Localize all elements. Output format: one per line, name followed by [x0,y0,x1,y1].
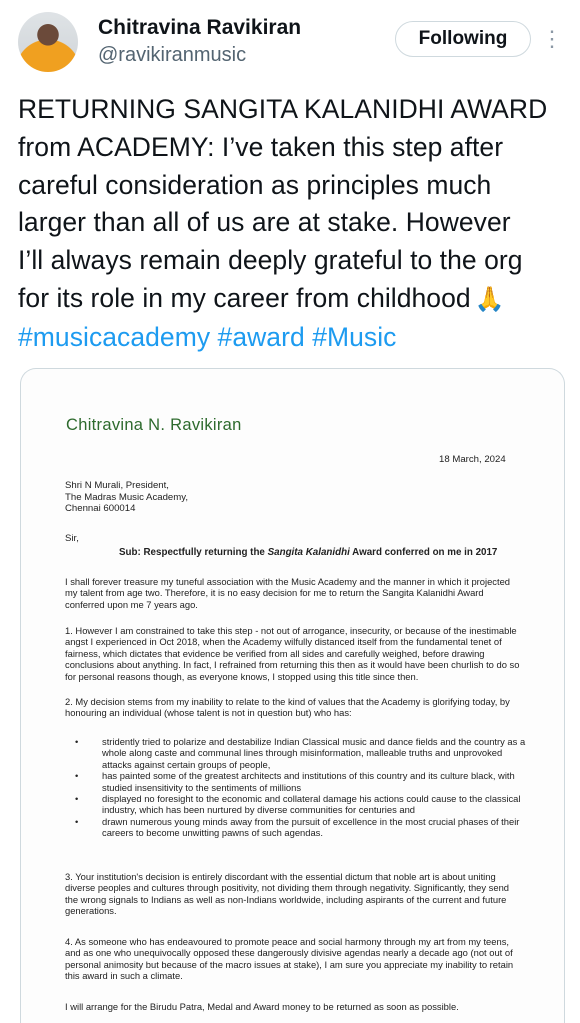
paragraph-closing: I will arrange for the Birudu Patra, Med… [65,1001,535,1012]
tweet-line-text: for its role in my career from childhood [18,282,471,313]
subject-line: Sub: Respectfully returning the Sangita … [119,547,497,558]
avatar[interactable] [18,12,78,72]
subject-prefix: Sub: Respectfully returning the [119,547,268,558]
paragraph-intro: I shall forever treasure my tuneful asso… [65,576,535,610]
tweet-line: I’ll always remain deeply grateful to th… [18,245,523,276]
address-line: Shri N Murali, President, [65,480,169,491]
letterhead: Chitravina N. Ravikiran [66,416,242,434]
bullet-line: studied insensitivity to the sentiments … [102,781,302,793]
para-line: my talent from age two. Therefore, it is… [65,587,484,599]
paragraph-3: 3. Your institution's decision is entire… [65,871,535,917]
para-line: honouring an individual (whose talent is… [65,707,352,719]
recipient-address: Shri N Murali, President, The Madras Mus… [65,480,188,515]
para-line: generations. [65,905,117,917]
hashtag-award[interactable]: #award [218,322,305,352]
para-line: and as one who unequivocally opposed the… [65,947,513,959]
para-line: I shall forever treasure my tuneful asso… [65,576,511,587]
bullet-line: displayed no foresight to the economic a… [102,793,521,805]
letter-date: 18 March, 2024 [439,454,506,465]
attached-letter-image[interactable]: Chitravina N. Ravikiran 18 March, 2024 S… [20,368,565,1023]
bullet-item: has painted some of the greatest archite… [75,770,535,793]
tweet-text: RETURNING SANGITA KALANIDHI AWARD from A… [18,91,568,357]
bullet-line: stridently tried to polarize and destabi… [102,736,526,747]
para-line: I will arrange for the Birudu Patra, Med… [65,1001,459,1012]
para-line: 1. However I am constrained to take this… [65,625,517,636]
bullet-line: has painted some of the greatest archite… [102,770,515,782]
para-line: this award in such a climate. [65,970,183,982]
para-line: angst I experienced in Oct 2018, when th… [65,636,502,648]
para-line: the wrong signals to Indians as well as … [65,893,507,905]
address-line: Chennai 600014 [65,503,136,514]
para-line: conclusions about anything. In fact, I r… [65,659,520,671]
tweet-line: larger than all of us are at stake. Howe… [18,207,511,238]
following-button[interactable]: Following [395,21,531,57]
tweet-header: Chitravina Ravikiran @ravikiranmusic Fol… [0,0,580,80]
address-line: The Madras Music Academy, [65,491,188,503]
para-line: fairness, which dictates that evidence b… [65,647,485,659]
subject-award: Sangita Kalanidhi [267,547,350,558]
author-name[interactable]: Chitravina Ravikiran [98,16,301,40]
bullet-item: drawn numerous young minds away from the… [75,816,535,839]
paragraph-2: 2. My decision stems from my inability t… [65,696,535,719]
tweet-line: RETURNING SANGITA KALANIDHI AWARD [18,94,548,124]
bullet-item: stridently tried to polarize and destabi… [75,736,535,770]
bullet-item: displayed no foresight to the economic a… [75,793,535,816]
bullet-line: industry, which has been nurtured by div… [102,804,416,816]
tweet-line: for its role in my career from childhood… [18,280,568,319]
tweet-line: from ACADEMY: I’ve taken this step after [18,131,504,162]
folded-hands-icon: 🙏 [474,285,505,313]
para-line: 3. Your institution's decision is entire… [65,871,496,882]
bullet-line: careers to become unwitting pawns of suc… [102,827,323,839]
subject-suffix: Award conferred on me in 2017 [349,547,498,558]
salutation: Sir, [65,533,79,544]
para-line: 2. My decision stems from my inability t… [65,696,510,707]
para-line: personal animosity but because of the ma… [65,958,514,970]
bullet-line: attacks against certain groups of people… [102,758,271,770]
para-line: for personal reasons though, as everyone… [65,670,419,682]
more-options-icon[interactable]: ⋮ [541,24,563,54]
bullet-list: stridently tried to polarize and destabi… [75,736,535,839]
para-line: 4. As someone who has endeavoured to pro… [65,936,509,947]
bullet-line: drawn numerous young minds away from the… [102,815,520,827]
hashtag-music[interactable]: #Music [312,322,396,352]
hashtag-row: #musicacademy #award #Music [18,319,568,357]
hashtag-musicacademy[interactable]: #musicacademy [18,322,210,352]
author-handle[interactable]: @ravikiranmusic [98,44,246,67]
para-line: conferred upon me 7 years ago. [65,598,198,610]
bullet-line: whole along caste and communal lines thr… [102,747,503,759]
para-line: diverse peoples and cultures through pos… [65,882,509,894]
paragraph-4: 4. As someone who has endeavoured to pro… [65,936,535,982]
tweet-line: careful consideration as principles much [18,169,492,200]
paragraph-1: 1. However I am constrained to take this… [65,625,535,682]
